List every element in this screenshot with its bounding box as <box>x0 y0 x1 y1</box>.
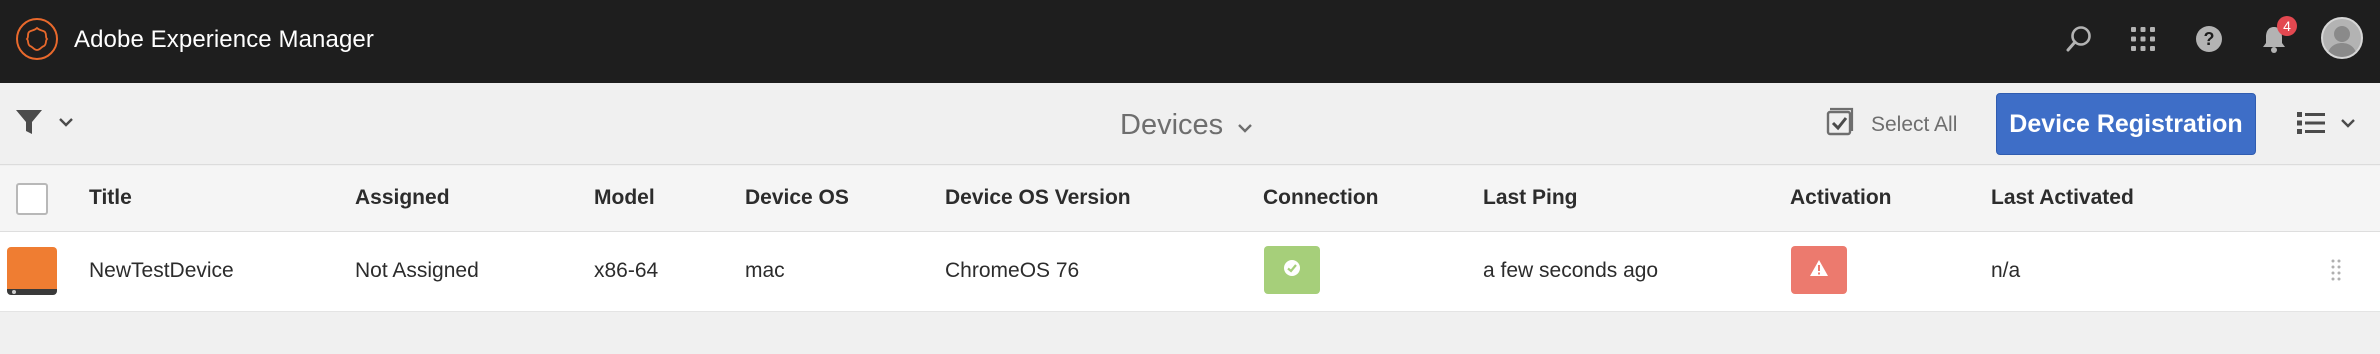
check-circle-icon <box>1283 259 1301 282</box>
thumbnail-indicator <box>12 290 16 294</box>
cell-last-ping: a few seconds ago <box>1483 259 1659 282</box>
help-icon[interactable]: ? <box>2190 20 2228 58</box>
select-all-label: Select All <box>1871 113 1958 136</box>
cell-assigned: Not Assigned <box>355 259 479 282</box>
chevron-down-icon <box>58 115 74 133</box>
select-all-rows-checkbox[interactable] <box>16 183 48 215</box>
drag-handle-icon[interactable] <box>2330 258 2342 284</box>
table-row[interactable]: NewTestDevice Not Assigned x86-64 mac Ch… <box>0 232 2380 312</box>
cell-device-os-version: ChromeOS 76 <box>945 259 1080 282</box>
shell-bar: Adobe Experience Manager ? 4 <box>0 0 2380 83</box>
column-header-device-os[interactable]: Device OS <box>745 186 849 210</box>
column-header-assigned[interactable]: Assigned <box>355 186 450 210</box>
notifications-bell-icon[interactable]: 4 <box>2255 16 2297 58</box>
select-all-checkbox-icon <box>1825 107 1855 143</box>
select-all-button[interactable]: Select All <box>1825 107 1957 143</box>
alert-triangle-icon <box>1809 259 1829 282</box>
chevron-down-icon <box>2340 116 2356 134</box>
table-header: Title Assigned Model Device OS Device OS… <box>0 166 2380 232</box>
apps-grid-icon[interactable] <box>2124 20 2162 58</box>
column-header-title[interactable]: Title <box>89 186 132 210</box>
column-header-last-activated[interactable]: Last Activated <box>1991 186 2134 210</box>
chevron-down-icon <box>1237 109 1253 142</box>
view-switcher-button[interactable] <box>2296 107 2368 143</box>
user-avatar[interactable] <box>2321 17 2363 59</box>
svg-text:?: ? <box>2204 29 2215 49</box>
list-view-icon <box>2296 110 2326 141</box>
page-title: Devices <box>1120 108 1224 141</box>
connection-status-badge <box>1264 246 1320 294</box>
aem-logo-icon[interactable] <box>16 18 58 60</box>
action-bar: Devices Select All Device Registration <box>0 83 2380 165</box>
cell-title[interactable]: NewTestDevice <box>89 259 234 283</box>
column-header-connection[interactable]: Connection <box>1263 186 1379 210</box>
device-thumbnail[interactable] <box>7 247 57 295</box>
column-header-last-ping[interactable]: Last Ping <box>1483 186 1578 210</box>
filter-toggle-button[interactable] <box>14 105 84 143</box>
cell-model: x86-64 <box>594 259 659 282</box>
column-header-model[interactable]: Model <box>594 186 655 210</box>
column-header-device-os-version[interactable]: Device OS Version <box>945 186 1131 210</box>
device-registration-button[interactable]: Device Registration <box>1996 93 2256 155</box>
filter-icon <box>14 107 44 142</box>
view-title-dropdown[interactable]: Devices <box>1120 105 1253 145</box>
column-header-activation[interactable]: Activation <box>1790 186 1892 210</box>
app-title[interactable]: Adobe Experience Manager <box>74 25 374 55</box>
cell-last-activated: n/a <box>1991 259 2021 282</box>
activation-status-badge <box>1791 246 1847 294</box>
notification-count-badge: 4 <box>2277 16 2297 36</box>
cell-device-os: mac <box>745 259 785 282</box>
search-icon[interactable] <box>2060 20 2098 58</box>
